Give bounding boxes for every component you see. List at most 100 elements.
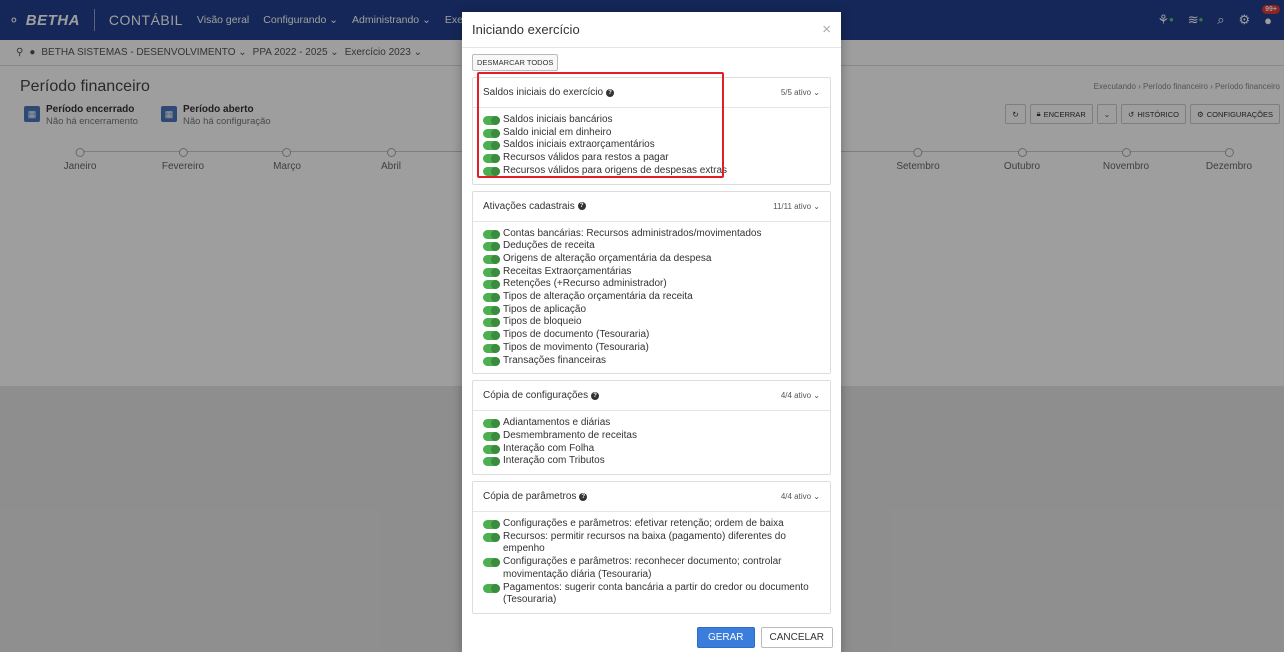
- toggle-label: Tipos de bloqueio: [503, 316, 582, 328]
- help-icon[interactable]: ?: [579, 492, 588, 501]
- section-header[interactable]: Ativações cadastrais? 11/11 ativo ⌄: [473, 192, 830, 222]
- toggle-switch[interactable]: [483, 419, 500, 429]
- toggle-row: Recursos válidos para origens de despesa…: [483, 165, 820, 178]
- toggle-switch[interactable]: [483, 254, 500, 264]
- toggle-switch[interactable]: [483, 267, 500, 277]
- toggle-row: Retenções (+Recurso administrador): [483, 278, 820, 291]
- modal-footer: GERAR CANCELAR: [462, 622, 841, 652]
- toggle-row: Saldo inicial em dinheiro: [483, 127, 820, 140]
- toggle-switch[interactable]: [483, 520, 500, 530]
- section-title: Cópia de configurações?: [483, 390, 600, 402]
- help-icon[interactable]: ?: [606, 88, 615, 97]
- toggle-switch[interactable]: [483, 331, 500, 341]
- section-items: Saldos iniciais bancários Saldo inicial e…: [473, 108, 830, 184]
- toggle-switch[interactable]: [483, 280, 500, 290]
- toggle-label: Tipos de movimento (Tesouraria): [503, 341, 649, 353]
- toggle-label: Deduções de receita: [503, 240, 595, 252]
- toggle-row: Tipos de bloqueio: [483, 316, 820, 329]
- toggle-label: Saldo inicial em dinheiro: [503, 126, 612, 138]
- section-title-text: Ativações cadastrais: [483, 200, 575, 212]
- toggle-switch[interactable]: [483, 457, 500, 467]
- toggle-label: Configurações e parâmetros: efetivar ret…: [503, 518, 784, 530]
- toggle-label: Tipos de alteração orçamentária da recei…: [503, 291, 693, 303]
- toggle-row: Interação com Folha: [483, 443, 820, 456]
- toggle-label: Recursos válidos para origens de despesa…: [503, 164, 728, 176]
- section-title: Ativações cadastrais?: [483, 201, 586, 212]
- section-title-text: Cópia de configurações: [483, 390, 589, 402]
- toggle-label: Origens de alteração orçamentária da des…: [503, 252, 712, 264]
- close-icon[interactable]: ×: [822, 21, 831, 38]
- toggle-row: Interação com Tributos: [483, 455, 820, 468]
- toggle-row: Saldos iniciais extraorçamentários: [483, 139, 820, 152]
- modal-title: Iniciando exercício: [472, 22, 580, 37]
- section-count-dropdown[interactable]: 5/5 ativo ⌄: [781, 88, 820, 97]
- toggle-label: Desmembramento de receitas: [503, 429, 637, 441]
- toggle-switch[interactable]: [483, 343, 500, 353]
- section-title-text: Saldos iniciais do exercício: [483, 87, 604, 98]
- toggle-label: Retenções (+Recurso administrador): [503, 278, 667, 290]
- toggle-row: Receitas Extraorçamentárias: [483, 266, 820, 279]
- toggle-label: Recursos: permitir recursos na baixa (pa…: [503, 530, 786, 555]
- toggle-row: Saldos iniciais bancários: [483, 114, 820, 127]
- sections-container: Saldos iniciais do exercício? 5/5 ativo ⌄…: [472, 77, 831, 614]
- section-title: Cópia de parâmetros?: [483, 491, 588, 502]
- section-items: Adiantamentos e diárias Desmembramento de…: [473, 411, 830, 474]
- toggle-label: Saldos iniciais extraorçamentários: [503, 139, 655, 151]
- toggle-label: Tipos de aplicação: [503, 303, 587, 315]
- toggle-label: Recursos válidos para restos a pagar: [503, 152, 669, 164]
- section-header[interactable]: Cópia de parâmetros? 4/4 ativo ⌄: [473, 482, 830, 513]
- toggle-row: Tipos de documento (Tesouraria): [483, 329, 820, 342]
- section-header[interactable]: Cópia de configurações? 4/4 ativo ⌄: [473, 381, 830, 412]
- option-section: Saldos iniciais do exercício? 5/5 ativo ⌄…: [472, 77, 831, 185]
- toggle-switch[interactable]: [483, 305, 500, 315]
- toggle-switch[interactable]: [483, 558, 500, 568]
- toggle-label: Interação com Folha: [503, 442, 595, 454]
- section-count-dropdown[interactable]: 4/4 ativo ⌄: [781, 492, 820, 501]
- toggle-row: Contas bancárias: Recursos administrados…: [483, 228, 820, 241]
- toggle-row: Configurações e parâmetros: reconhecer d…: [483, 556, 820, 581]
- toggle-row: Recursos: permitir recursos na baixa (pa…: [483, 531, 820, 556]
- section-items: Configurações e parâmetros: efetivar ret…: [473, 512, 830, 613]
- toggle-switch[interactable]: [483, 242, 500, 252]
- toggle-switch[interactable]: [483, 431, 500, 441]
- cancel-button[interactable]: CANCELAR: [760, 626, 833, 648]
- toggle-row: Pagamentos: sugerir conta bancária a par…: [483, 582, 820, 607]
- modal-header: Iniciando exercício ×: [462, 12, 841, 48]
- option-section: Cópia de parâmetros? 4/4 ativo ⌄ Configura…: [472, 481, 831, 614]
- toggle-label: Receitas Extraorçamentárias: [503, 265, 632, 277]
- section-title: Saldos iniciais do exercício?: [483, 87, 615, 98]
- section-count-dropdown[interactable]: 4/4 ativo ⌄: [781, 391, 820, 400]
- toggle-row: Tipos de alteração orçamentária da recei…: [483, 291, 820, 304]
- toggle-row: Origens de alteração orçamentária da des…: [483, 253, 820, 266]
- toggle-row: Tipos de movimento (Tesouraria): [483, 342, 820, 355]
- toggle-switch[interactable]: [483, 444, 500, 454]
- generate-button[interactable]: GERAR: [696, 626, 755, 648]
- toggle-switch[interactable]: [483, 356, 500, 366]
- toggle-switch[interactable]: [483, 116, 500, 125]
- toggle-label: Pagamentos: sugerir conta bancária a par…: [503, 581, 809, 606]
- toggle-switch[interactable]: [483, 583, 500, 593]
- toggle-switch[interactable]: [483, 532, 500, 542]
- toggle-label: Configurações e parâmetros: reconhecer d…: [503, 556, 782, 580]
- toggle-row: Recursos válidos para restos a pagar: [483, 152, 820, 165]
- deselect-all-button[interactable]: DESMARCAR TODOS: [472, 54, 559, 71]
- option-section: Cópia de configurações? 4/4 ativo ⌄ Adiant…: [472, 380, 831, 476]
- help-icon[interactable]: ?: [591, 391, 600, 400]
- toggle-switch[interactable]: [483, 141, 500, 151]
- help-icon[interactable]: ?: [577, 202, 586, 211]
- toggle-label: Tipos de documento (Tesouraria): [503, 329, 650, 341]
- toggle-label: Contas bancárias: Recursos administrados…: [503, 227, 762, 239]
- toggle-switch[interactable]: [483, 318, 500, 328]
- section-header[interactable]: Saldos iniciais do exercício? 5/5 ativo ⌄: [473, 78, 830, 108]
- toggle-switch[interactable]: [483, 128, 500, 138]
- toggle-row: Desmembramento de receitas: [483, 430, 820, 443]
- toggle-switch[interactable]: [483, 293, 500, 303]
- toggle-switch[interactable]: [483, 166, 500, 176]
- toggle-label: Adiantamentos e diárias: [503, 417, 611, 429]
- toggle-switch[interactable]: [483, 229, 500, 239]
- section-count-dropdown[interactable]: 11/11 ativo ⌄: [773, 202, 820, 211]
- toggle-label: Saldos iniciais bancários: [503, 114, 613, 125]
- toggle-row: Adiantamentos e diárias: [483, 417, 820, 430]
- toggle-switch[interactable]: [483, 154, 500, 164]
- option-section: Ativações cadastrais? 11/11 ativo ⌄ Contas…: [472, 190, 831, 375]
